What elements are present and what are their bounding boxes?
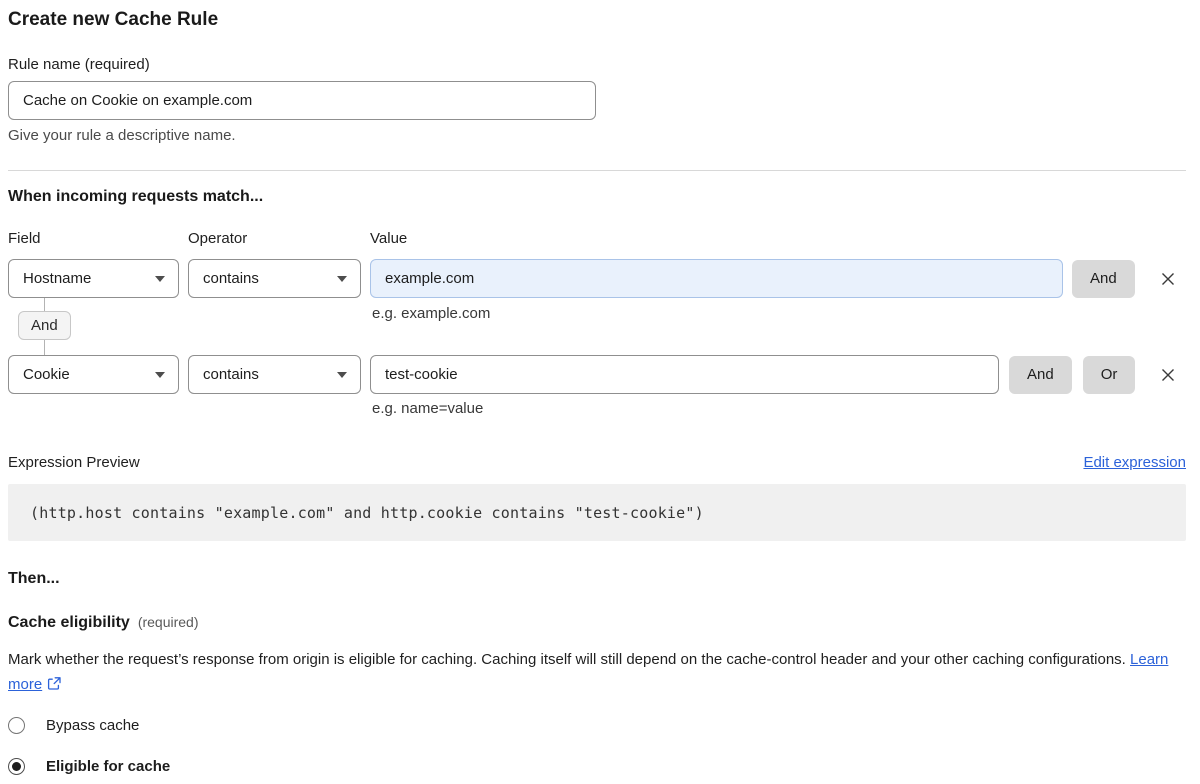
match-row-2: Cookie contains And Or <box>8 355 1186 394</box>
create-cache-rule-form: Create new Cache Rule Rule name (require… <box>0 0 1200 775</box>
operator-select-1[interactable]: contains <box>188 259 361 298</box>
condition-connector-zone: And e.g. example.com <box>8 298 1186 355</box>
eligible-for-cache-radio[interactable] <box>8 758 25 775</box>
bypass-cache-option: Bypass cache <box>8 717 1186 734</box>
eligible-for-cache-option: Eligible for cache <box>8 758 1186 775</box>
expression-preview-header: Expression Preview Edit expression <box>8 454 1186 471</box>
expression-preview-label: Expression Preview <box>8 454 140 471</box>
field-select-1[interactable]: Hostname <box>8 259 179 298</box>
match-section-heading: When incoming requests match... <box>8 188 1186 206</box>
close-icon <box>1160 367 1176 383</box>
operator-select-2[interactable]: contains <box>188 355 361 394</box>
description-text: Mark whether the request’s response from… <box>8 651 1126 668</box>
expression-preview-block: (http.host contains "example.com" and ht… <box>8 484 1186 541</box>
remove-condition-button-2[interactable] <box>1154 361 1182 389</box>
bypass-cache-radio[interactable] <box>8 717 25 734</box>
connector-and-toggle[interactable]: And <box>18 311 71 340</box>
then-section-heading: Then... <box>8 570 1186 588</box>
add-and-condition-button-2[interactable]: And <box>1009 356 1072 394</box>
add-or-condition-button-2[interactable]: Or <box>1083 356 1136 394</box>
page-title: Create new Cache Rule <box>8 9 1186 31</box>
value-hint-2: e.g. name=value <box>372 400 1186 417</box>
required-note: (required) <box>138 614 199 630</box>
chevron-down-icon <box>155 276 165 282</box>
match-row-1: Hostname contains And <box>8 259 1186 298</box>
rule-name-label: Rule name (required) <box>8 56 1186 73</box>
chevron-down-icon <box>337 276 347 282</box>
value-hint-1: e.g. example.com <box>372 305 490 322</box>
value-column-label: Value <box>370 230 407 247</box>
chevron-down-icon <box>337 372 347 378</box>
operator-column-label: Operator <box>188 230 370 247</box>
eligible-for-cache-label: Eligible for cache <box>46 758 170 775</box>
edit-expression-link[interactable]: Edit expression <box>1083 454 1186 471</box>
close-icon <box>1160 271 1176 287</box>
match-column-headers: Field Operator Value <box>8 230 1186 247</box>
bypass-cache-label: Bypass cache <box>46 717 139 734</box>
field-select-2-value: Cookie <box>23 366 70 383</box>
external-link-icon <box>47 674 62 699</box>
remove-condition-button-1[interactable] <box>1154 265 1182 293</box>
field-column-label: Field <box>8 230 188 247</box>
cache-eligibility-header: Cache eligibility (required) <box>8 614 1186 632</box>
value-input-2[interactable] <box>370 355 999 394</box>
value-input-1[interactable] <box>370 259 1063 298</box>
field-select-2[interactable]: Cookie <box>8 355 179 394</box>
rule-name-helper: Give your rule a descriptive name. <box>8 127 1186 144</box>
cache-eligibility-title: Cache eligibility <box>8 614 130 632</box>
expression-code: (http.host contains "example.com" and ht… <box>30 504 704 522</box>
add-and-condition-button-1[interactable]: And <box>1072 260 1135 298</box>
section-divider <box>8 170 1186 171</box>
rule-name-input[interactable] <box>8 81 596 120</box>
cache-eligibility-description: Mark whether the request’s response from… <box>8 647 1171 699</box>
field-select-1-value: Hostname <box>23 270 91 287</box>
operator-select-1-value: contains <box>203 270 259 287</box>
operator-select-2-value: contains <box>203 366 259 383</box>
chevron-down-icon <box>155 372 165 378</box>
